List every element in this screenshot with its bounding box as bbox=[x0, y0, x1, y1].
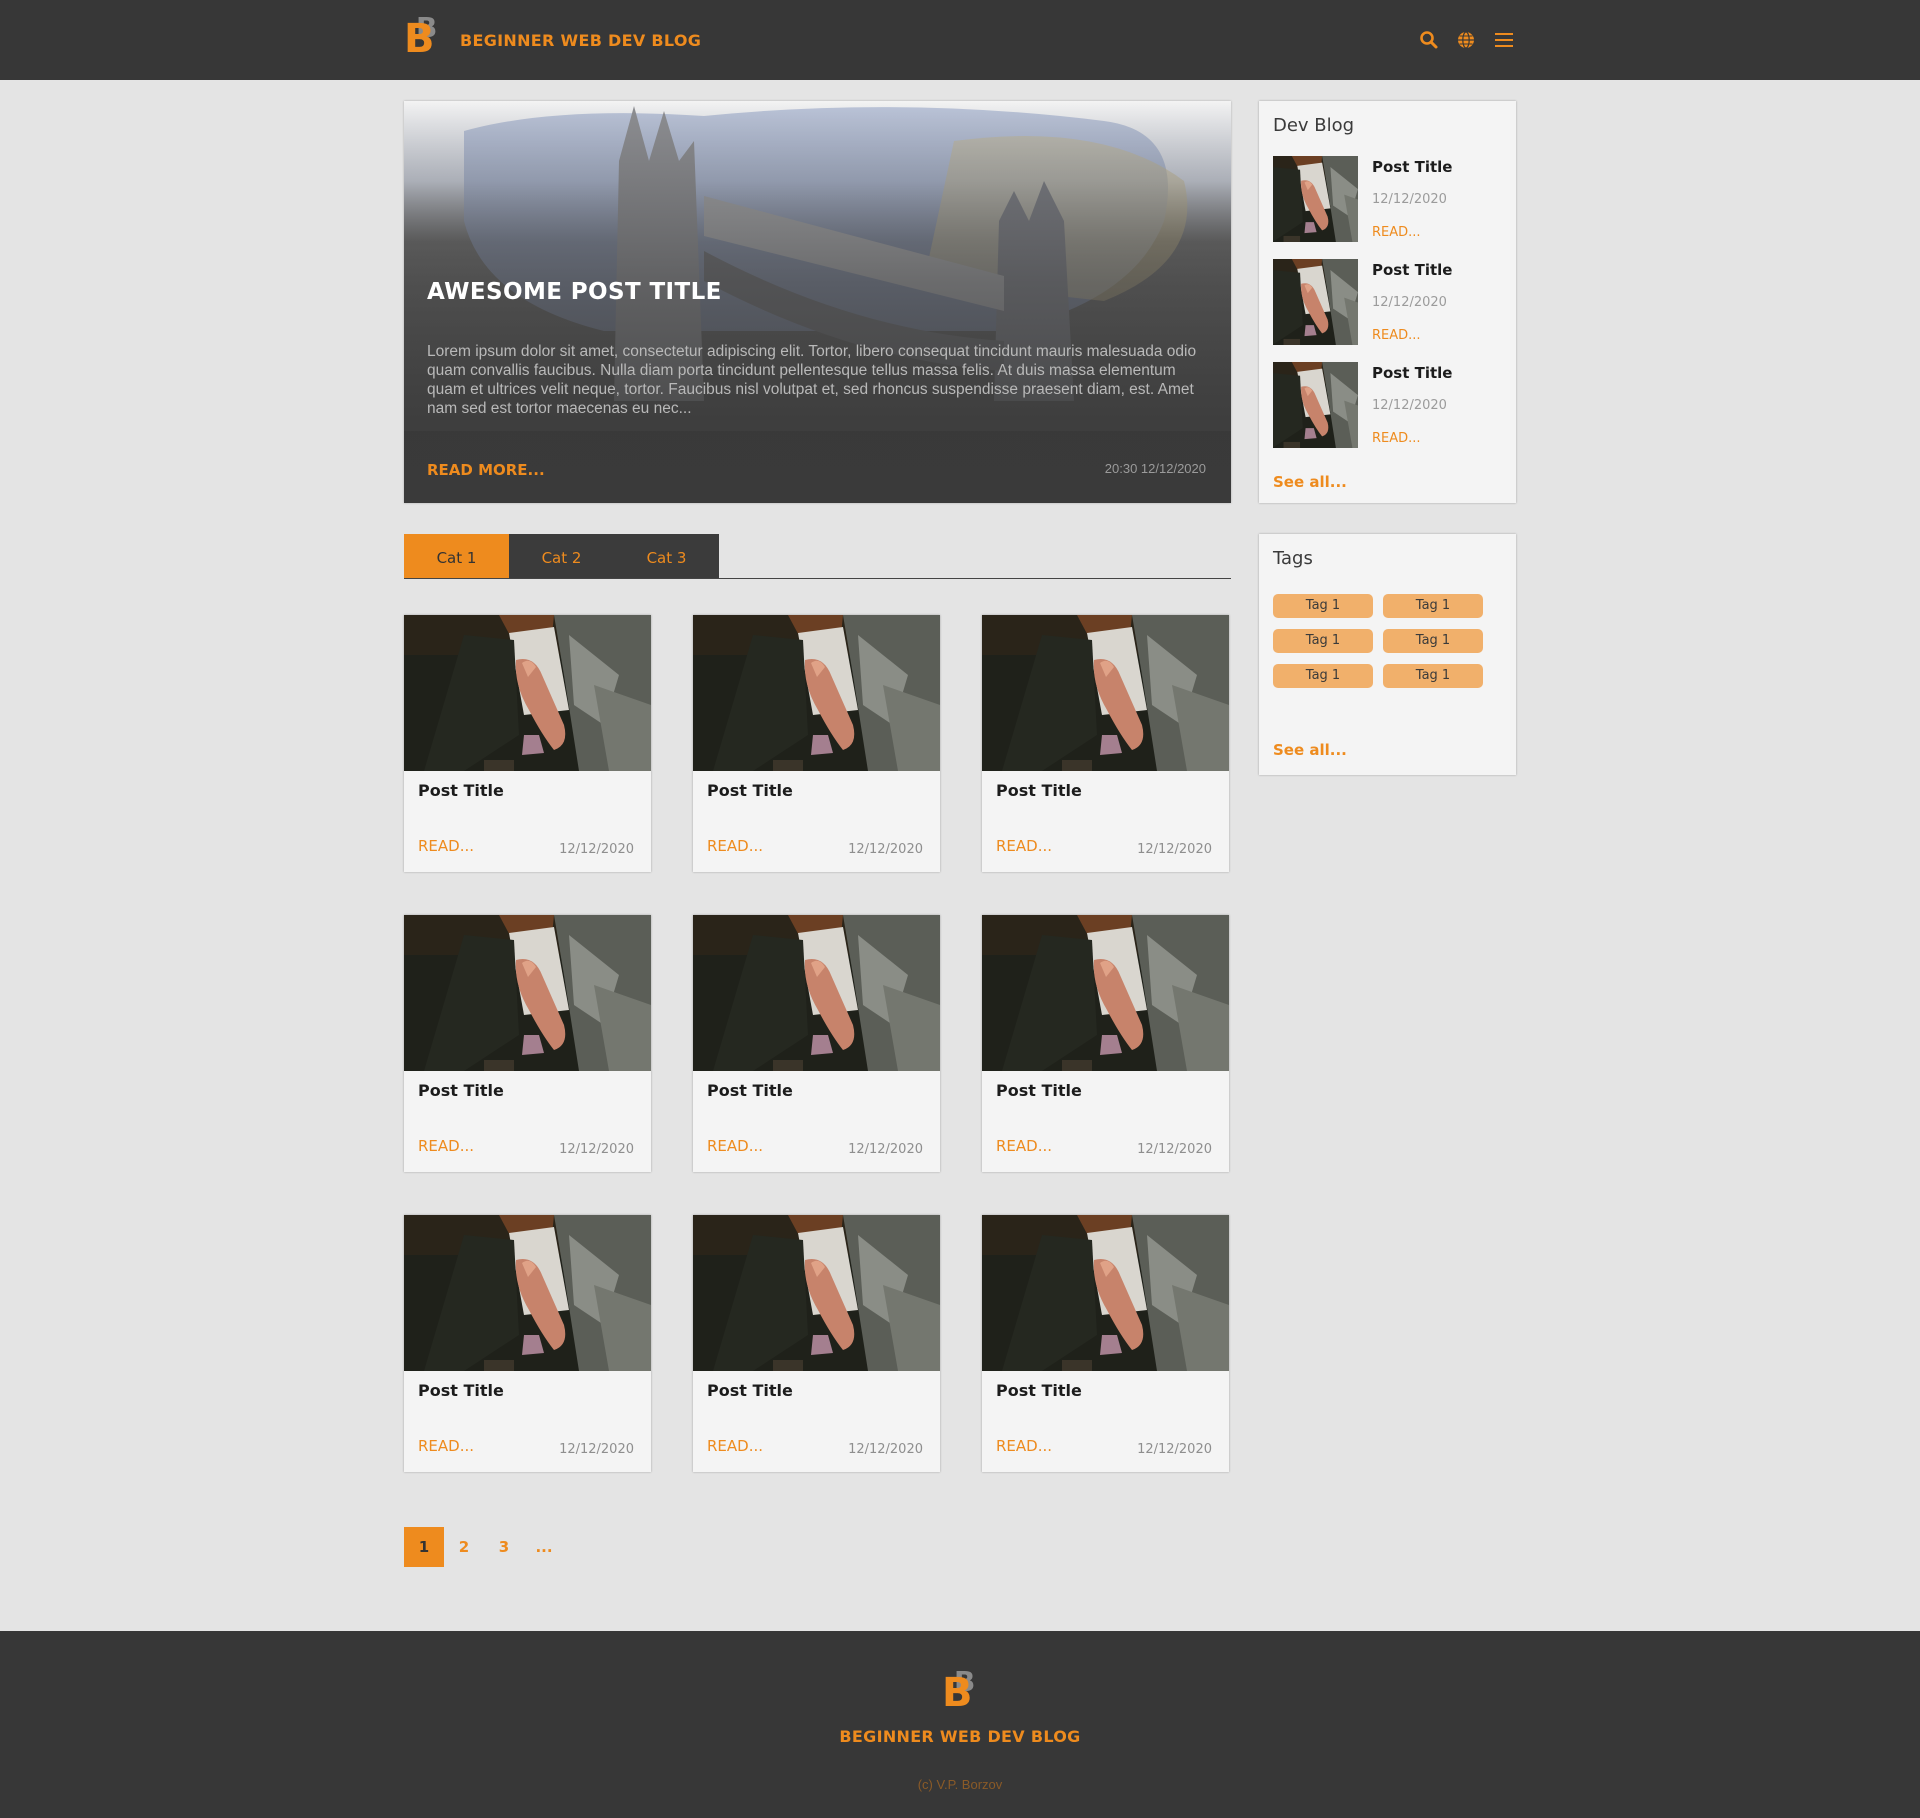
post-title[interactable]: Post Title bbox=[707, 781, 793, 800]
post-card[interactable]: Post Title READ... 12/12/2020 bbox=[404, 615, 651, 872]
menu-icon[interactable] bbox=[1494, 30, 1514, 50]
tab-cat-1[interactable]: Cat 1 bbox=[404, 534, 509, 578]
dev-blog-item-title[interactable]: Post Title bbox=[1372, 158, 1452, 176]
post-title[interactable]: Post Title bbox=[996, 1381, 1082, 1400]
dev-blog-item-title[interactable]: Post Title bbox=[1372, 364, 1452, 382]
tabs-divider bbox=[404, 578, 1231, 579]
dev-blog-thumbnail[interactable] bbox=[1273, 259, 1358, 345]
dev-blog-item[interactable]: Post Title 12/12/2020 READ... bbox=[1273, 156, 1503, 242]
post-title[interactable]: Post Title bbox=[418, 1381, 504, 1400]
tab-cat-2[interactable]: Cat 2 bbox=[509, 534, 614, 578]
search-icon[interactable] bbox=[1419, 30, 1439, 50]
tag-chip[interactable]: Tag 1 bbox=[1383, 594, 1483, 618]
tag-chip[interactable]: Tag 1 bbox=[1273, 664, 1373, 688]
tags-title: Tags bbox=[1273, 548, 1313, 569]
post-title[interactable]: Post Title bbox=[418, 1081, 504, 1100]
read-link[interactable]: READ... bbox=[707, 1137, 763, 1155]
dev-blog-item[interactable]: Post Title 12/12/2020 READ... bbox=[1273, 362, 1503, 448]
read-link[interactable]: READ... bbox=[418, 1437, 474, 1455]
tags-panel: Tags Tag 1 Tag 1 Tag 1 Tag 1 Tag 1 Tag 1… bbox=[1259, 534, 1516, 775]
footer-logo-front-letter: B bbox=[942, 1670, 973, 1716]
page-more-button[interactable]: ... bbox=[524, 1527, 564, 1567]
read-link[interactable]: READ... bbox=[996, 837, 1052, 855]
post-thumbnail[interactable] bbox=[982, 615, 1229, 771]
featured-post-timestamp: 20:30 12/12/2020 bbox=[1104, 461, 1206, 476]
read-link[interactable]: READ... bbox=[996, 1437, 1052, 1455]
post-card[interactable]: Post Title READ... 12/12/2020 bbox=[982, 615, 1229, 872]
dev-blog-item[interactable]: Post Title 12/12/2020 READ... bbox=[1273, 259, 1503, 345]
post-card[interactable]: Post Title READ... 12/12/2020 bbox=[693, 915, 940, 1172]
post-thumbnail[interactable] bbox=[982, 1215, 1229, 1371]
page-3-button[interactable]: 3 bbox=[484, 1527, 524, 1567]
featured-post-title[interactable]: AWESOME POST TITLE bbox=[427, 279, 722, 305]
post-date: 12/12/2020 bbox=[848, 1442, 923, 1457]
dev-blog-thumbnail[interactable] bbox=[1273, 362, 1358, 448]
tag-chip[interactable]: Tag 1 bbox=[1383, 629, 1483, 653]
post-thumbnail[interactable] bbox=[693, 915, 940, 1071]
logo-icon[interactable]: B B bbox=[404, 14, 442, 62]
post-title[interactable]: Post Title bbox=[707, 1381, 793, 1400]
post-date: 12/12/2020 bbox=[848, 1142, 923, 1157]
post-thumbnail[interactable] bbox=[693, 1215, 940, 1371]
post-date: 12/12/2020 bbox=[1137, 1442, 1212, 1457]
dev-blog-title: Dev Blog bbox=[1273, 115, 1355, 136]
tags-see-all-link[interactable]: See all... bbox=[1273, 741, 1347, 759]
tab-cat-3[interactable]: Cat 3 bbox=[614, 534, 719, 578]
dev-blog-item-title[interactable]: Post Title bbox=[1372, 261, 1452, 279]
dev-blog-read-link[interactable]: READ... bbox=[1372, 431, 1421, 446]
post-title[interactable]: Post Title bbox=[707, 1081, 793, 1100]
post-date: 12/12/2020 bbox=[1137, 1142, 1212, 1157]
read-more-link[interactable]: READ MORE... bbox=[427, 461, 545, 479]
post-date: 12/12/2020 bbox=[559, 1142, 634, 1157]
post-thumbnail[interactable] bbox=[404, 1215, 651, 1371]
dev-blog-read-link[interactable]: READ... bbox=[1372, 225, 1421, 240]
dev-blog-panel: Dev Blog Post Title 12/12/2020 READ... P… bbox=[1259, 101, 1516, 503]
post-card[interactable]: Post Title READ... 12/12/2020 bbox=[982, 915, 1229, 1172]
tag-chip[interactable]: Tag 1 bbox=[1273, 629, 1373, 653]
read-link[interactable]: READ... bbox=[996, 1137, 1052, 1155]
dev-blog-item-date: 12/12/2020 bbox=[1372, 398, 1447, 413]
post-date: 12/12/2020 bbox=[559, 1442, 634, 1457]
post-thumbnail[interactable] bbox=[404, 915, 651, 1071]
featured-post-excerpt: Lorem ipsum dolor sit amet, consectetur … bbox=[427, 343, 1197, 417]
read-link[interactable]: READ... bbox=[707, 1437, 763, 1455]
site-header: B B BEGINNER WEB DEV BLOG bbox=[0, 0, 1920, 80]
page-2-button[interactable]: 2 bbox=[444, 1527, 484, 1567]
dev-blog-thumbnail[interactable] bbox=[1273, 156, 1358, 242]
dev-blog-see-all-link[interactable]: See all... bbox=[1273, 473, 1347, 491]
post-title[interactable]: Post Title bbox=[996, 781, 1082, 800]
read-link[interactable]: READ... bbox=[418, 837, 474, 855]
post-card[interactable]: Post Title READ... 12/12/2020 bbox=[404, 1215, 651, 1472]
site-name[interactable]: BEGINNER WEB DEV BLOG bbox=[460, 31, 701, 50]
globe-icon[interactable] bbox=[1456, 30, 1476, 50]
site-footer: B B BEGINNER WEB DEV BLOG (c) V.P. Borzo… bbox=[0, 1631, 1920, 1818]
footer-site-name[interactable]: BEGINNER WEB DEV BLOG bbox=[0, 1727, 1920, 1746]
post-date: 12/12/2020 bbox=[1137, 842, 1212, 857]
footer-logo-icon[interactable]: B B bbox=[942, 1668, 982, 1716]
post-card[interactable]: Post Title READ... 12/12/2020 bbox=[693, 1215, 940, 1472]
footer-copyright: (c) V.P. Borzov bbox=[917, 1777, 1003, 1792]
post-title[interactable]: Post Title bbox=[418, 781, 504, 800]
post-thumbnail[interactable] bbox=[404, 615, 651, 771]
post-date: 12/12/2020 bbox=[559, 842, 634, 857]
post-thumbnail[interactable] bbox=[693, 615, 940, 771]
logo-front-letter: B bbox=[404, 16, 435, 62]
page-1-button[interactable]: 1 bbox=[404, 1527, 444, 1567]
featured-post[interactable]: AWESOME POST TITLE Lorem ipsum dolor sit… bbox=[404, 101, 1231, 503]
read-link[interactable]: READ... bbox=[418, 1137, 474, 1155]
post-card[interactable]: Post Title READ... 12/12/2020 bbox=[982, 1215, 1229, 1472]
dev-blog-read-link[interactable]: READ... bbox=[1372, 328, 1421, 343]
dev-blog-item-date: 12/12/2020 bbox=[1372, 192, 1447, 207]
read-link[interactable]: READ... bbox=[707, 837, 763, 855]
post-date: 12/12/2020 bbox=[848, 842, 923, 857]
tag-chip[interactable]: Tag 1 bbox=[1383, 664, 1483, 688]
post-title[interactable]: Post Title bbox=[996, 1081, 1082, 1100]
post-card[interactable]: Post Title READ... 12/12/2020 bbox=[693, 615, 940, 872]
post-card[interactable]: Post Title READ... 12/12/2020 bbox=[404, 915, 651, 1172]
tag-chip[interactable]: Tag 1 bbox=[1273, 594, 1373, 618]
post-thumbnail[interactable] bbox=[982, 915, 1229, 1071]
dev-blog-item-date: 12/12/2020 bbox=[1372, 295, 1447, 310]
